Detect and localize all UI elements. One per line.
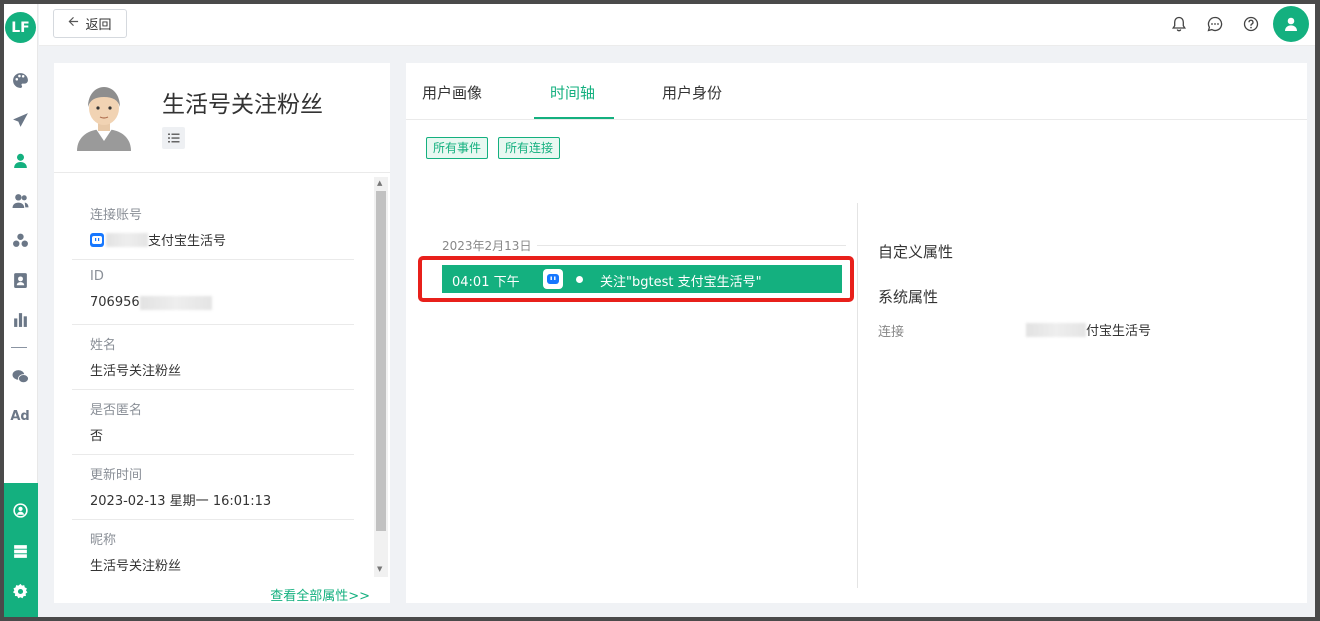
attr-value: 2023-02-13 星期一 16:01:13 xyxy=(90,494,272,509)
highlight-box xyxy=(418,256,854,302)
tab-timeline[interactable]: 时间轴 xyxy=(550,82,595,103)
back-label: 返回 xyxy=(85,18,112,33)
attr-value: 否 xyxy=(90,429,104,444)
attr-value: 生活号关注粉丝 xyxy=(90,364,182,379)
app-logo[interactable]: LF xyxy=(5,12,36,43)
attr-label: 是否匿名 xyxy=(90,403,143,418)
attr-name: 姓名 生活号关注粉丝 xyxy=(72,325,354,390)
attr-label: 昵称 xyxy=(90,533,117,548)
user-icon[interactable] xyxy=(10,150,30,170)
system-properties-title: 系统属性 xyxy=(878,288,939,306)
attr-id: ID 706956 xyxy=(72,260,354,325)
redacted-text xyxy=(1026,322,1086,337)
view-all-attributes-link[interactable]: 查看全部属性>> xyxy=(270,585,370,604)
user-avatar-icon[interactable] xyxy=(1273,6,1309,42)
tab-bar: 用户画像 时间轴 用户身份 xyxy=(406,63,1307,120)
app-window: LF Ad 返回 生活号关注粉丝 连接账号 支付宝生活号 ID 706956 姓… xyxy=(4,4,1315,617)
arrow-left-icon xyxy=(68,16,79,31)
settings-icon[interactable] xyxy=(10,581,30,601)
attr-label: 姓名 xyxy=(90,338,117,353)
prop-connection-value: 付宝生活号 xyxy=(1086,324,1152,339)
profile-card: 生活号关注粉丝 连接账号 支付宝生活号 ID 706956 姓名 生活号关注粉丝… xyxy=(54,63,390,604)
users-icon[interactable] xyxy=(10,190,30,210)
top-bar: 返回 xyxy=(39,4,1315,46)
tab-user-profile[interactable]: 用户画像 xyxy=(422,82,482,103)
attribute-list: 连接账号 支付宝生活号 ID 706956 姓名 生活号关注粉丝 是否匿名 否 … xyxy=(72,195,354,585)
attr-label: 连接账号 xyxy=(90,208,143,223)
list-view-button[interactable] xyxy=(162,127,185,149)
help-icon[interactable] xyxy=(1241,14,1261,34)
attr-label: ID xyxy=(90,269,104,284)
prop-connection-value-row: 付宝生活号 xyxy=(1026,320,1151,339)
network-icon[interactable] xyxy=(10,500,30,520)
attr-nickname: 昵称 生活号关注粉丝 xyxy=(72,520,354,585)
filter-all-events[interactable]: 所有事件 xyxy=(426,137,489,159)
ad-menu-item[interactable]: Ad xyxy=(10,406,30,426)
wechat-icon[interactable] xyxy=(10,366,30,386)
profile-avatar xyxy=(74,81,134,151)
timeline: 2023年2月13日 04:01 下午 关注"bgtest 支付宝生活号" xyxy=(406,203,858,588)
attr-value-row: 支付宝生活号 xyxy=(90,230,354,249)
rail-bottom-section xyxy=(4,483,38,617)
scroll-up-icon[interactable]: ▲ xyxy=(377,179,382,187)
scrollbar-thumb[interactable] xyxy=(376,191,386,531)
redacted-text xyxy=(139,295,212,310)
palette-icon[interactable] xyxy=(10,70,30,90)
profile-header: 生活号关注粉丝 xyxy=(54,63,390,173)
attr-updated-time: 更新时间 2023-02-13 星期一 16:01:13 xyxy=(72,455,354,520)
tab-user-identity[interactable]: 用户身份 xyxy=(662,82,722,103)
attr-value-row: 706956 xyxy=(90,295,354,310)
send-icon[interactable] xyxy=(10,110,30,130)
alipay-life-icon xyxy=(90,232,104,247)
attr-connection-account: 连接账号 支付宝生活号 xyxy=(72,195,354,260)
scrollbar[interactable]: ▲ ▼ xyxy=(374,177,388,577)
contact-card-icon[interactable] xyxy=(10,270,30,290)
rail-divider xyxy=(11,347,27,348)
attr-value: 706956 xyxy=(90,295,140,310)
attr-value: 支付宝生活号 xyxy=(148,234,227,249)
profile-name: 生活号关注粉丝 xyxy=(162,92,323,118)
left-rail: LF Ad xyxy=(4,4,38,617)
back-button[interactable]: 返回 xyxy=(53,9,127,38)
bar-chart-icon[interactable] xyxy=(10,309,30,329)
scroll-down-icon[interactable]: ▼ xyxy=(377,565,382,573)
bell-icon[interactable] xyxy=(1169,14,1189,34)
timeline-date: 2023年2月13日 xyxy=(442,237,538,254)
top-icons xyxy=(1155,4,1315,46)
custom-properties-title: 自定义属性 xyxy=(878,243,954,261)
redacted-text xyxy=(106,232,148,247)
attr-label: 更新时间 xyxy=(90,468,143,483)
groups-icon[interactable] xyxy=(10,230,30,250)
filter-all-connections[interactable]: 所有连接 xyxy=(498,137,561,159)
prop-connection-key: 连接 xyxy=(878,325,905,340)
main-panel: 用户画像 时间轴 用户身份 所有事件 所有连接 2023年2月13日 04:01… xyxy=(406,63,1307,603)
server-icon[interactable] xyxy=(10,541,30,561)
attr-value: 生活号关注粉丝 xyxy=(90,559,182,574)
attr-anonymous: 是否匿名 否 xyxy=(72,390,354,455)
message-icon[interactable] xyxy=(1205,14,1225,34)
active-tab-indicator xyxy=(534,117,614,119)
